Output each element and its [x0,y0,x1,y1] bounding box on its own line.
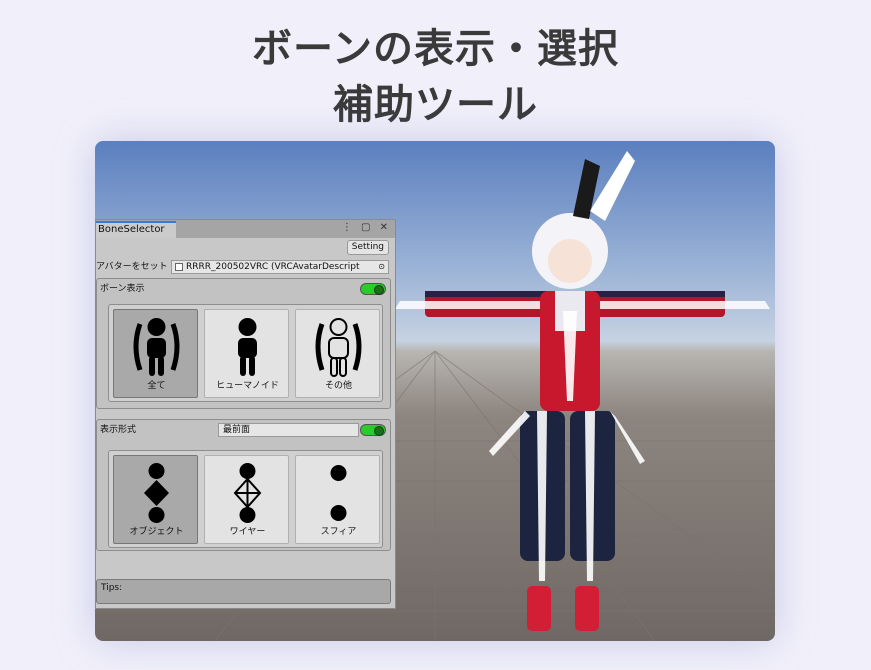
option-label: ヒューマノイド [216,381,279,391]
bone-display-section: ボーン表示 全て ヒューマノイド その他 [96,278,391,409]
bone-display-label: ボーン表示 [100,284,145,294]
option-label: その他 [324,381,352,391]
option-label: ワイヤー [229,527,266,537]
option-object-button[interactable]: オブジェクト [113,455,198,544]
window-toolbar: Setting [96,238,395,257]
option-humanoid-button[interactable]: ヒューマノイド [204,309,289,398]
tab-bone-selector[interactable]: BoneSelector [96,221,176,238]
option-sphere-button[interactable]: スフィア [295,455,380,544]
tips-label: Tips: [101,583,123,593]
option-wire-button[interactable]: ワイヤー [204,455,289,544]
bone-wire-icon [233,463,262,523]
setting-button[interactable]: Setting [346,240,389,255]
bone-object-icon [144,463,169,523]
display-format-dropdown[interactable]: 最前面 [218,423,359,437]
bone-sphere-icon [330,465,347,521]
option-other-button[interactable]: その他 [295,309,380,398]
display-format-header: 表示形式 最前面 [97,420,390,440]
headline-line2: 補助ツール [333,82,538,128]
display-format-section: 表示形式 最前面 オブジェクト ワイヤー スフィア [96,419,391,551]
option-label: スフィア [320,527,357,537]
display-format-options: オブジェクト ワイヤー スフィア [108,450,383,548]
bone-display-toggle[interactable] [360,283,386,295]
avatar-label: アバターをセット → [96,262,179,272]
window-tabbar: BoneSelector ⋮ ▢ ✕ [96,220,395,238]
headline-line1: ボーンの表示・選択 [252,26,619,72]
option-label: オブジェクト [129,527,184,537]
object-icon [175,263,183,271]
avatar-figure [395,151,770,631]
object-picker-icon[interactable]: ⊙ [378,261,385,273]
display-format-label: 表示形式 [100,425,137,435]
avatar-row: アバターをセット → RRRR_200502VRC (VRCAvatarDesc… [96,257,395,277]
window-controls-icon[interactable]: ⋮ ▢ ✕ [342,222,391,233]
tips-box: Tips: [96,579,391,604]
bone-display-header: ボーン表示 [97,279,390,299]
option-label: 全て [147,381,166,391]
person-outline-brackets-icon [315,318,362,377]
avatar-field-value: RRRR_200502VRC (VRCAvatarDescript [186,262,360,272]
option-all-button[interactable]: 全て [113,309,198,398]
bone-selector-window: BoneSelector ⋮ ▢ ✕ Setting アバターをセット → RR… [95,219,396,609]
person-brackets-icon [133,318,180,376]
display-format-toggle[interactable] [360,424,386,436]
bone-display-options: 全て ヒューマノイド その他 [108,304,383,402]
avatar-object-field[interactable]: RRRR_200502VRC (VRCAvatarDescript ⊙ [171,260,389,274]
person-icon [238,318,257,376]
